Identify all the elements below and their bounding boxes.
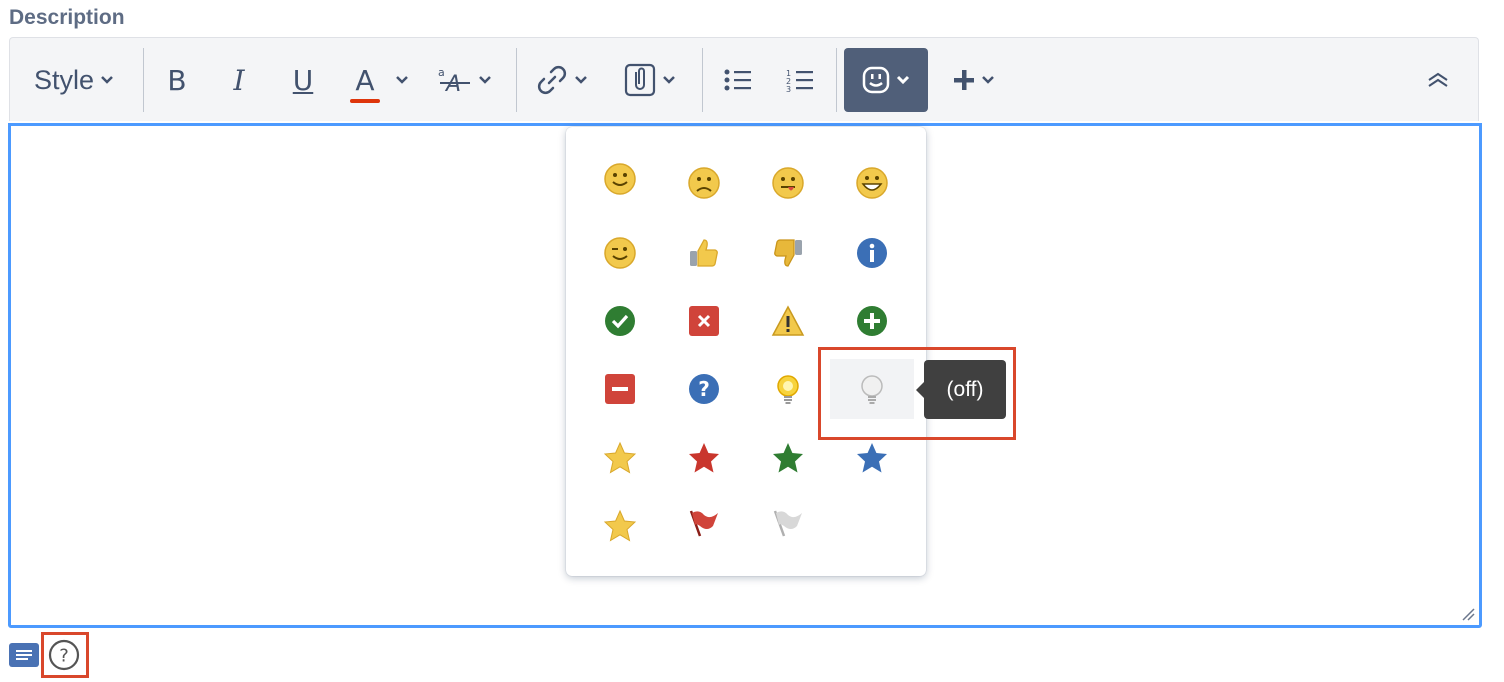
thumbs-up-icon[interactable] bbox=[662, 223, 746, 283]
wink-icon[interactable] bbox=[578, 223, 662, 283]
editor-toolbar: Style B I U A a A 1 2 3 bbox=[9, 37, 1479, 121]
plus-circle-icon[interactable] bbox=[830, 291, 914, 351]
bold-button[interactable]: B bbox=[154, 48, 200, 112]
field-label: Description bbox=[9, 6, 125, 29]
chevron-down-icon bbox=[575, 76, 587, 84]
yellow-star-icon[interactable] bbox=[578, 428, 662, 488]
svg-text:?: ? bbox=[698, 377, 710, 401]
collapse-toolbar-button[interactable] bbox=[1416, 48, 1460, 112]
red-star-icon[interactable] bbox=[662, 428, 746, 488]
laugh-icon[interactable] bbox=[830, 153, 914, 213]
link-button[interactable] bbox=[530, 48, 594, 112]
chevron-down-icon bbox=[982, 76, 994, 84]
toolbar-divider bbox=[702, 48, 703, 112]
toolbar-divider bbox=[516, 48, 517, 112]
highlight-box bbox=[818, 347, 1016, 440]
chevron-down-icon bbox=[101, 76, 113, 84]
question-icon[interactable]: ? bbox=[662, 359, 746, 419]
flag-icon[interactable] bbox=[662, 493, 746, 553]
yellow-star-icon[interactable] bbox=[578, 496, 662, 556]
sad-icon[interactable] bbox=[662, 153, 746, 213]
highlight-box bbox=[41, 632, 89, 678]
attachment-icon bbox=[624, 63, 656, 97]
text-color-icon: A bbox=[350, 64, 380, 103]
attachment-button[interactable] bbox=[616, 48, 684, 112]
numbered-list-icon: 1 2 3 bbox=[786, 69, 813, 92]
bullet-list-button[interactable] bbox=[716, 48, 760, 112]
svg-text:a: a bbox=[438, 66, 445, 79]
italic-icon: I bbox=[233, 63, 245, 97]
chevron-down-icon bbox=[663, 76, 675, 84]
smiley-icon bbox=[862, 66, 890, 94]
chevron-down-icon bbox=[395, 76, 408, 84]
plus-icon bbox=[954, 70, 974, 90]
link-icon bbox=[537, 65, 567, 95]
svg-text:3: 3 bbox=[786, 85, 791, 92]
insert-more-button[interactable] bbox=[944, 48, 1004, 112]
smile-icon[interactable] bbox=[578, 149, 662, 209]
cross-icon[interactable] bbox=[662, 291, 746, 351]
resize-handle-icon[interactable] bbox=[1461, 607, 1475, 621]
toolbar-divider bbox=[143, 48, 144, 112]
underline-icon: U bbox=[292, 63, 314, 97]
thumbs-down-icon[interactable] bbox=[746, 223, 830, 283]
minus-icon[interactable] bbox=[578, 359, 662, 419]
text-mode-icon[interactable] bbox=[9, 643, 39, 667]
clear-formatting-icon: a A bbox=[438, 66, 470, 95]
warning-icon[interactable] bbox=[746, 291, 830, 351]
toolbar-divider bbox=[836, 48, 837, 112]
emoticon-button[interactable] bbox=[844, 48, 928, 112]
style-label: Style bbox=[33, 64, 95, 95]
double-chevron-up-icon bbox=[1428, 72, 1448, 87]
information-icon[interactable] bbox=[830, 223, 914, 283]
tick-icon[interactable] bbox=[578, 291, 662, 351]
style-dropdown[interactable]: Style bbox=[24, 48, 124, 112]
text-color-button[interactable]: A bbox=[344, 48, 420, 112]
underline-button[interactable]: U bbox=[280, 48, 326, 112]
cheeky-icon[interactable] bbox=[746, 153, 830, 213]
bold-icon: B bbox=[167, 63, 187, 97]
more-formatting-button[interactable]: a A bbox=[434, 48, 494, 112]
italic-button[interactable]: I bbox=[216, 48, 262, 112]
numbered-list-button[interactable]: 1 2 3 bbox=[778, 48, 822, 112]
chevron-down-icon bbox=[479, 76, 491, 84]
bullet-list-icon bbox=[724, 69, 751, 91]
chevron-down-icon bbox=[896, 75, 910, 85]
flag-off-icon[interactable] bbox=[746, 493, 830, 553]
